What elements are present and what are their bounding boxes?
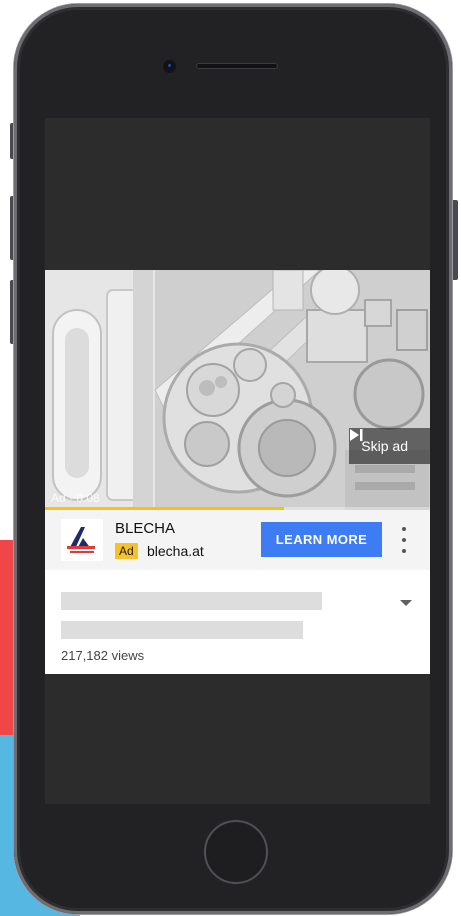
title-placeholder-line	[61, 592, 322, 610]
ad-timer: Ad · 0:08	[51, 491, 100, 505]
advertiser-domain: blecha.at	[147, 543, 204, 559]
power-button	[452, 200, 458, 280]
view-count: 217,182 views	[61, 648, 145, 663]
more-vert-icon[interactable]	[399, 527, 409, 553]
title-placeholder-line-2	[61, 621, 303, 639]
advertiser-name: BLECHA	[115, 520, 176, 537]
earpiece-speaker	[196, 63, 278, 69]
video-info-panel: 217,182 views	[45, 570, 430, 674]
learn-more-button[interactable]: LEARN MORE	[261, 522, 382, 557]
ad-info-bar[interactable]: BLECHA Ad blecha.at LEARN MORE	[45, 510, 430, 570]
video-player[interactable]: Skip ad Ad · 0:08	[45, 270, 430, 510]
ad-badge: Ad	[115, 543, 138, 559]
home-button[interactable]	[204, 820, 268, 884]
chevron-down-icon[interactable]	[400, 600, 412, 606]
phone-screen: Skip ad Ad · 0:08 BLECHA Ad blecha.at LE…	[45, 118, 430, 804]
video-frame	[45, 270, 430, 510]
front-camera	[165, 62, 174, 71]
skip-ad-button[interactable]: Skip ad	[349, 428, 430, 464]
blecha-logo[interactable]	[61, 519, 103, 561]
skip-ad-label: Skip ad	[361, 438, 408, 454]
